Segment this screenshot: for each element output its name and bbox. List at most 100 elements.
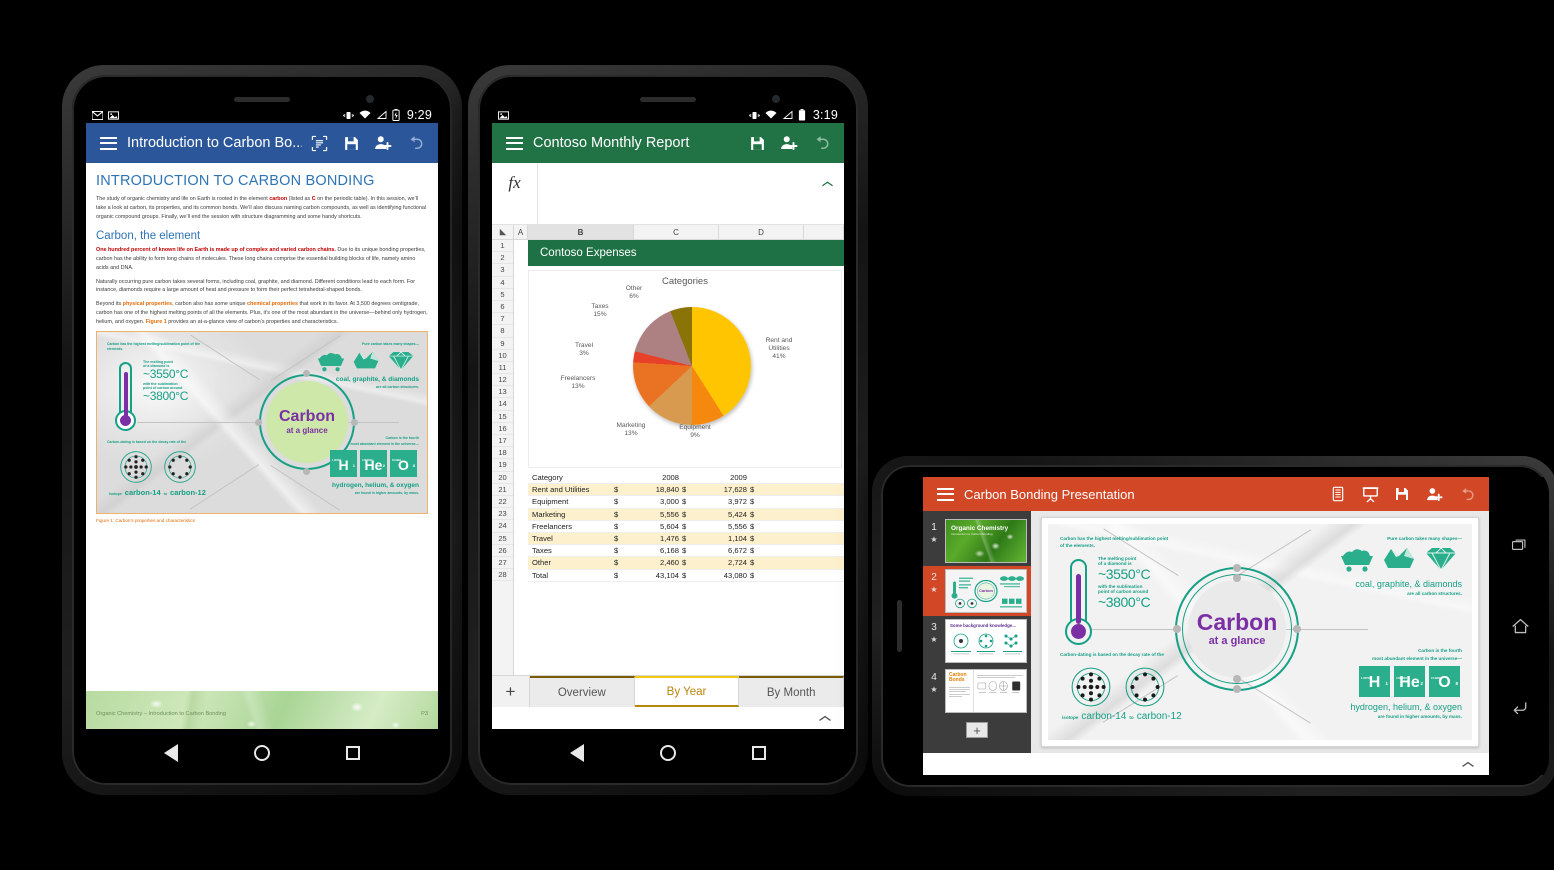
recents-icon[interactable]	[752, 746, 766, 760]
menu-icon[interactable]	[506, 136, 523, 150]
slide-thumbnail-1[interactable]: 1 ★ Organic Chemistry Introduction to Ca…	[923, 516, 1031, 566]
undo-icon[interactable]	[1451, 479, 1481, 509]
row-header[interactable]: 17	[492, 435, 513, 448]
expenses-table[interactable]: Category 2008 2009 Rent and Utilities $ …	[528, 472, 844, 582]
word-document-page[interactable]: INTRODUCTION TO CARBON BONDING The study…	[86, 163, 438, 729]
row-header[interactable]: 2	[492, 252, 513, 265]
row-header[interactable]: 13	[492, 386, 513, 399]
row-header[interactable]: 6	[492, 301, 513, 314]
present-icon[interactable]	[1355, 479, 1385, 509]
row-header[interactable]: 27	[492, 557, 513, 570]
slide-editor-stage[interactable]: Carbon at a glance Carbon has the highes…	[1031, 511, 1489, 753]
row-header[interactable]: 28	[492, 569, 513, 582]
table-row[interactable]: Other $ 2,460 $ 2,724 $	[528, 557, 844, 570]
row-header[interactable]: 20	[492, 472, 513, 484]
notes-icon[interactable]	[1323, 479, 1353, 509]
row-header[interactable]: 7	[492, 313, 513, 326]
row-header[interactable]: 9	[492, 338, 513, 350]
table-row[interactable]: Equipment $ 3,000 $ 3,972 $	[528, 496, 844, 509]
home-icon[interactable]	[254, 745, 270, 761]
current-slide[interactable]: Carbon at a glance Carbon has the highes…	[1041, 517, 1479, 747]
menu-icon[interactable]	[937, 487, 954, 501]
row-header[interactable]: 15	[492, 411, 513, 423]
word-document-title[interactable]: Introduction to Carbon Bo...	[127, 135, 302, 151]
save-icon[interactable]	[1387, 479, 1417, 509]
row-header[interactable]: 4	[492, 277, 513, 289]
slide-thumbnail-rail[interactable]: 1 ★ Organic Chemistry Introduction to Ca…	[923, 511, 1031, 753]
row-header[interactable]: 1	[492, 240, 513, 253]
table-row[interactable]: Rent and Utilities $ 18,840 $ 17,628 $	[528, 484, 844, 497]
home-icon[interactable]	[1511, 617, 1529, 634]
sheet-tab-by-month[interactable]: By Month	[739, 676, 844, 707]
home-icon[interactable]	[660, 745, 676, 761]
table-total-row[interactable]: Total $ 43,104 $ 43,080 $	[528, 570, 844, 582]
excel-expand-bar[interactable]	[492, 707, 844, 729]
table-row[interactable]: Travel $ 1,476 $ 1,104 $	[528, 532, 844, 546]
table-header-row[interactable]: Category 2008 2009	[528, 472, 844, 485]
row-header[interactable]: 22	[492, 496, 513, 509]
table-row[interactable]: Freelancers $ 5,604 $ 5,556 $	[528, 521, 844, 533]
row-header[interactable]: 14	[492, 398, 513, 411]
spreadsheet-grid[interactable]: 1 2 3 4 5 6 7 8 9 10 11 12 13 14 15 16 1	[492, 240, 844, 675]
banner-cell-title[interactable]: Contoso Expenses	[528, 240, 844, 266]
column-header-a[interactable]: A	[514, 225, 528, 239]
carbon-infographic[interactable]: Carbon at a glance Carbon has the highes…	[96, 331, 428, 515]
row-header[interactable]: 24	[492, 520, 513, 533]
row-header[interactable]: 23	[492, 508, 513, 521]
slide-thumbnail-2[interactable]: 2 ★ Carbon	[923, 566, 1031, 616]
back-icon[interactable]	[1511, 698, 1528, 715]
powerpoint-expand-bar[interactable]	[923, 753, 1489, 775]
chevron-up-icon[interactable]	[821, 175, 834, 193]
add-slide-button[interactable]: +	[923, 722, 1031, 738]
column-header-e[interactable]	[804, 225, 844, 239]
slide-thumbnail-3[interactable]: 3 ★ Some background knowledge...	[923, 616, 1031, 666]
column-header-c[interactable]: C	[634, 225, 719, 239]
undo-icon[interactable]	[806, 128, 836, 158]
slide-number-text: 3	[931, 622, 937, 633]
sheet-tab-overview[interactable]: Overview	[530, 676, 635, 707]
powerpoint-presentation-title[interactable]: Carbon Bonding Presentation	[964, 487, 1321, 502]
slide-thumbnail-4[interactable]: 4 ★ Carbon Bonds	[923, 666, 1031, 716]
row-header[interactable]: 12	[492, 374, 513, 387]
pie-chart[interactable]: Categories Other 6% Taxes 15% Travel 3% …	[528, 270, 842, 468]
carbon-infographic-large[interactable]: Carbon at a glance Carbon has the highes…	[1048, 524, 1472, 740]
table-row[interactable]: Taxes $ 6,168 $ 6,672 $	[528, 545, 844, 558]
slide-preview[interactable]: Organic Chemistry Introduction to Carbon…	[945, 519, 1027, 563]
slide-preview[interactable]: Carbon Bonds	[945, 669, 1027, 713]
row-header[interactable]: 11	[492, 362, 513, 375]
recents-icon[interactable]	[1511, 537, 1528, 554]
select-all-corner[interactable]	[492, 225, 514, 239]
row-header[interactable]: 26	[492, 545, 513, 557]
share-icon[interactable]	[774, 128, 804, 158]
sheet-tab-by-year[interactable]: By Year	[634, 676, 740, 707]
row-header[interactable]: 25	[492, 533, 513, 545]
row-header[interactable]: 18	[492, 447, 513, 460]
row-header[interactable]: 16	[492, 423, 513, 435]
column-header-b[interactable]: B	[528, 225, 634, 239]
table-row[interactable]: Marketing $ 5,556 $ 5,424 $	[528, 508, 844, 521]
row-header[interactable]: 5	[492, 289, 513, 301]
add-sheet-button[interactable]: +	[492, 676, 530, 707]
row-header[interactable]: 3	[492, 264, 513, 277]
slide-preview[interactable]: Carbon	[945, 569, 1027, 613]
function-icon[interactable]: fx	[492, 163, 538, 224]
menu-icon[interactable]	[100, 136, 117, 150]
undo-icon[interactable]	[400, 128, 430, 158]
reflow-icon[interactable]	[304, 128, 334, 158]
back-icon[interactable]	[570, 744, 584, 762]
excel-workbook-title[interactable]: Contoso Monthly Report	[533, 135, 740, 151]
formula-input[interactable]	[538, 163, 844, 224]
row-header[interactable]: 10	[492, 350, 513, 362]
save-icon[interactable]	[742, 128, 772, 158]
recents-icon[interactable]	[346, 746, 360, 760]
share-icon[interactable]	[368, 128, 398, 158]
row-header[interactable]: 21	[492, 484, 513, 496]
share-icon[interactable]	[1419, 479, 1449, 509]
column-header-d[interactable]: D	[719, 225, 804, 239]
back-icon[interactable]	[164, 744, 178, 762]
row-header[interactable]: 8	[492, 325, 513, 338]
row-header[interactable]: 19	[492, 459, 513, 472]
save-icon[interactable]	[336, 128, 366, 158]
slide-preview[interactable]: Some background knowledge...	[945, 619, 1027, 663]
sheet-cells[interactable]: Contoso Expenses Categories Other 6% Tax…	[514, 240, 844, 675]
